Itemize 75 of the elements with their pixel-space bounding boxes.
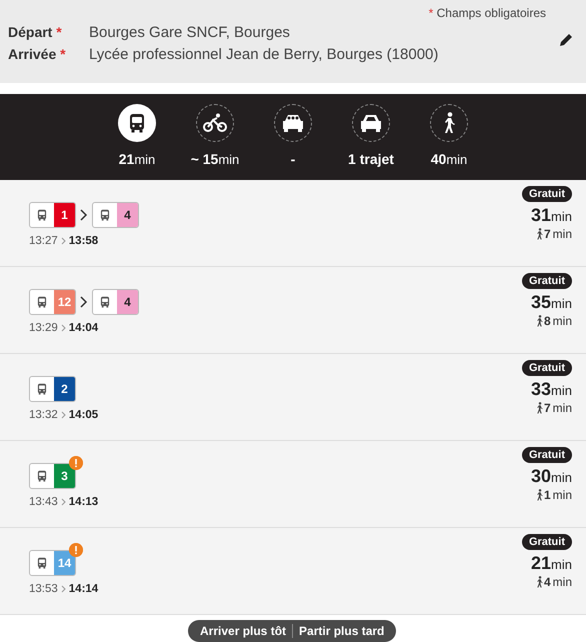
bus-icon — [35, 208, 49, 222]
duration: 33min — [531, 379, 572, 401]
chevron-icon — [60, 411, 66, 419]
field-value: Bourges Gare SNCF, Bourges — [89, 23, 291, 43]
duration: 31min — [531, 205, 572, 227]
arrival-time: 14:13 — [68, 496, 98, 508]
carpool-icon — [280, 113, 306, 133]
bicycle-icon — [203, 113, 227, 133]
arrival-time: 14:14 — [68, 583, 98, 595]
departure-time: 13:43 — [29, 496, 58, 508]
pedestrian-icon — [534, 402, 544, 414]
field-label: Départ — [8, 24, 52, 40]
departure-time: 13:53 — [29, 583, 58, 595]
route-card[interactable]: 3 13:43 14:13 Gratuit 30min 1 min — [0, 441, 586, 528]
line-number: 2 — [54, 377, 75, 401]
chevron-icon — [80, 296, 88, 308]
departure-time: 13:32 — [29, 409, 58, 421]
arrival-time: 13:58 — [68, 235, 98, 247]
line-number: 14 — [54, 551, 75, 575]
price-badge: Gratuit — [522, 534, 572, 550]
chevron-icon — [80, 209, 88, 221]
duration: 35min — [531, 292, 572, 314]
departure-time: 13:27 — [29, 235, 58, 247]
required-asterisk: * — [60, 46, 66, 62]
bus-icon — [35, 469, 49, 483]
duration: 21min — [531, 553, 572, 575]
mode-tab[interactable]: 21min — [108, 104, 166, 180]
required-fields-note: Champs obligatoires — [436, 6, 546, 20]
route-card[interactable]: 2 13:32 14:05 Gratuit 33min 7 min — [0, 354, 586, 441]
mode-tab[interactable]: 40min — [420, 104, 478, 180]
time-shift-button[interactable]: Arriver plus tôt — [194, 622, 292, 640]
time-shift-button[interactable]: Partir plus tard — [293, 622, 390, 640]
pedestrian-icon — [534, 489, 544, 501]
price-badge: Gratuit — [522, 360, 572, 376]
bus-icon — [35, 556, 49, 570]
walk-duration: 4 min — [544, 575, 572, 589]
line-number: 4 — [117, 203, 138, 227]
bus-icon — [98, 208, 112, 222]
route-card[interactable]: 14 13:53 14:14 Gratuit 21min 4 min — [0, 528, 586, 615]
departure-time: 13:29 — [29, 322, 58, 334]
pedestrian-icon — [534, 228, 544, 240]
line-number: 12 — [54, 290, 75, 314]
route-card[interactable]: 12 4 13:29 14:04 Gratuit 35min 8 min — [0, 267, 586, 354]
mode-tab[interactable]: - — [264, 104, 322, 180]
price-badge: Gratuit — [522, 273, 572, 289]
chevron-icon — [60, 585, 66, 593]
mode-tab[interactable]: ~ 15min — [186, 104, 244, 180]
chevron-icon — [60, 237, 66, 245]
required-asterisk: * — [56, 24, 62, 40]
bus-icon — [35, 295, 49, 309]
mode-tab[interactable]: 1 trajet — [342, 104, 400, 180]
required-asterisk: * — [428, 6, 434, 20]
walk-duration: 7 min — [544, 401, 572, 415]
walk-duration: 8 min — [544, 314, 572, 328]
line-number: 3 — [54, 464, 75, 488]
bus-icon — [98, 295, 112, 309]
pencil-icon[interactable] — [558, 32, 574, 48]
line-number: 1 — [54, 203, 75, 227]
walk-duration: 7 min — [544, 227, 572, 241]
pedestrian-icon — [534, 576, 544, 588]
walk-duration: 1 min — [544, 488, 572, 502]
chevron-icon — [60, 324, 66, 332]
car-icon — [358, 113, 384, 133]
route-card[interactable]: 1 4 13:27 13:58 Gratuit 31min 7 min — [0, 180, 586, 267]
field-value: Lycée professionnel Jean de Berry, Bourges (18000) — [89, 45, 440, 65]
chevron-icon — [60, 498, 66, 506]
arrival-time: 14:05 — [68, 409, 98, 421]
duration: 30min — [531, 466, 572, 488]
field-label: Arrivée — [8, 46, 56, 62]
arrival-time: 14:04 — [68, 322, 98, 334]
price-badge: Gratuit — [522, 447, 572, 463]
bus-icon — [35, 382, 49, 396]
pedestrian-icon — [534, 315, 544, 327]
line-number: 4 — [117, 290, 138, 314]
price-badge: Gratuit — [522, 186, 572, 202]
